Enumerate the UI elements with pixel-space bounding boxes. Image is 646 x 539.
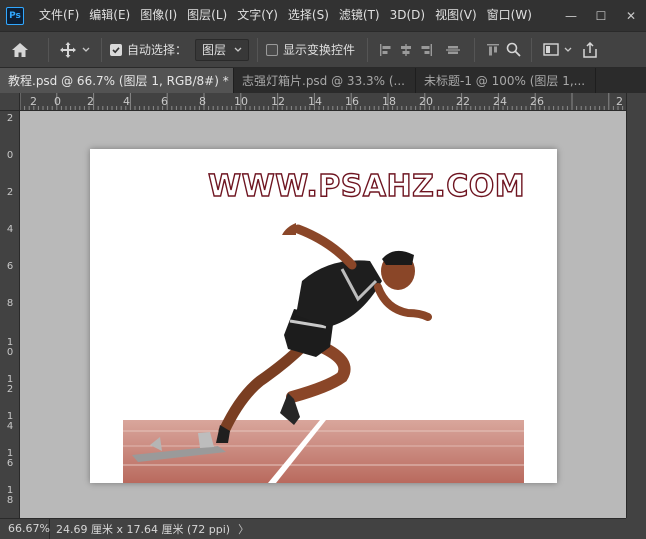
status-bar: 66.67% 24.69 厘米 x 17.64 厘米 (72 ppi) 〉 (0, 518, 626, 539)
tab-untitled[interactable]: 未标题-1 @ 100% (图层 1,... ✕ (416, 68, 596, 93)
separator (257, 37, 259, 62)
tab-tutorial[interactable]: 教程.psd @ 66.7% (图层 1, RGB/8#) * ✕ (0, 68, 234, 93)
separator (367, 37, 369, 62)
close-button[interactable]: ✕ (616, 0, 646, 31)
ruler-label: 16 (345, 95, 359, 108)
auto-select-target-dropdown[interactable]: 图层 (195, 38, 250, 61)
chevron-down-icon[interactable] (562, 32, 574, 68)
ruler-label: 20 (419, 95, 433, 108)
separator (474, 37, 476, 62)
tab-label: 未标题-1 @ 100% (图层 1,... (424, 74, 586, 88)
vertical-ruler[interactable]: 2 0 2 4 6 8 10 12 14 16 18 (0, 111, 20, 518)
move-icon[interactable] (57, 32, 79, 68)
ruler-label: 16 (6, 448, 14, 469)
ruler-label: 24 (493, 95, 507, 108)
ruler-label: 4 (6, 224, 14, 235)
menu-select[interactable]: 选择(S) (283, 0, 334, 31)
tab-label: 志强灯箱片.psd @ 33.3% (... (242, 74, 405, 88)
ruler-label: 2 (87, 95, 94, 108)
menu-edit[interactable]: 编辑(E) (84, 0, 135, 31)
ruler-label: 10 (6, 337, 14, 358)
canvas-area[interactable]: WWW.PSAHZ.COM (20, 111, 626, 518)
align-center-icon[interactable] (396, 32, 416, 68)
zoom-level-field[interactable]: 66.67% (0, 518, 50, 539)
menu-file[interactable]: 文件(F) (34, 0, 84, 31)
vertical-scrollbar[interactable] (626, 93, 646, 518)
ruler-label: 4 (123, 95, 130, 108)
ruler-label: 2 (30, 95, 37, 108)
ruler-label: 12 (6, 374, 14, 395)
share-icon[interactable] (578, 32, 602, 68)
separator (531, 37, 533, 62)
maximize-button[interactable]: ☐ (586, 0, 616, 31)
align-right-icon[interactable] (416, 32, 436, 68)
menu-type[interactable]: 文字(Y) (232, 0, 283, 31)
ruler-label: 18 (6, 485, 14, 506)
horizontal-ruler[interactable]: 2 0 2 4 6 8 10 12 14 16 18 20 22 24 26 2 (20, 93, 626, 111)
ruler-label: 22 (456, 95, 470, 108)
auto-select-label: 自动选择： (127, 43, 188, 57)
document-tabs: 教程.psd @ 66.7% (图层 1, RGB/8#) * ✕ 志强灯箱片.… (0, 68, 646, 93)
document-canvas[interactable]: WWW.PSAHZ.COM (90, 149, 557, 483)
chevron-down-icon[interactable] (79, 32, 93, 68)
menu-3d[interactable]: 3D(D) (385, 0, 430, 31)
menu-image[interactable]: 图像(I) (135, 0, 182, 31)
ruler-label: 26 (530, 95, 544, 108)
ruler-label: 12 (271, 95, 285, 108)
ruler-label: 14 (6, 411, 14, 432)
align-middle-icon[interactable] (440, 32, 466, 68)
photoshop-logo[interactable]: Ps (6, 6, 24, 25)
options-bar: 自动选择： 图层 显示变换控件 (0, 31, 646, 68)
document-size-info: 24.69 厘米 x 17.64 厘米 (72 ppi) (56, 523, 231, 536)
runner-photo (123, 223, 524, 483)
ruler-label: 2 (6, 187, 14, 198)
tab-label: 教程.psd @ 66.7% (图层 1, RGB/8#) * (8, 74, 229, 88)
menu-view[interactable]: 视图(V) (430, 0, 482, 31)
show-transform-checkbox[interactable] (266, 43, 279, 56)
auto-select-checkbox[interactable] (110, 43, 122, 56)
ruler-label: 10 (234, 95, 248, 108)
tab-lightbox[interactable]: 志强灯箱片.psd @ 33.3% (... ✕ (234, 68, 416, 93)
show-transform-label: 显示变换控件 (283, 43, 356, 57)
ruler-label: 8 (6, 298, 14, 309)
close-icon[interactable]: ✕ (595, 74, 596, 87)
minimize-button[interactable]: — (556, 0, 586, 31)
ruler-corner[interactable] (0, 93, 20, 111)
auto-select-target-value: 图层 (202, 43, 227, 57)
ruler-label: 8 (199, 95, 206, 108)
separator (101, 37, 102, 62)
scrollbar-corner (626, 518, 646, 539)
window-controls: — ☐ ✕ (556, 0, 646, 31)
menu-filter[interactable]: 滤镜(T) (334, 0, 385, 31)
home-icon[interactable] (0, 32, 40, 68)
align-left-icon[interactable] (376, 32, 396, 68)
ruler-label: 2 (616, 95, 623, 108)
ruler-label: 0 (54, 95, 61, 108)
ruler-label: 2 (6, 113, 14, 124)
ruler-label: 6 (6, 261, 14, 272)
distribute-icon[interactable] (483, 32, 503, 68)
workspace-icon[interactable] (540, 32, 562, 68)
separator (48, 37, 49, 62)
ruler-label: 14 (308, 95, 322, 108)
status-menu-arrow[interactable]: 〉 (238, 521, 249, 537)
search-icon[interactable] (503, 32, 523, 68)
ruler-label: 6 (161, 95, 168, 108)
menu-window[interactable]: 窗口(W) (482, 0, 537, 31)
ruler-label: 0 (6, 150, 14, 161)
ruler-label: 18 (382, 95, 396, 108)
menu-layer[interactable]: 图层(L) (182, 0, 232, 31)
chevron-down-icon (234, 47, 242, 52)
menu-bar: Ps 文件(F) 编辑(E) 图像(I) 图层(L) 文字(Y) 选择(S) 滤… (0, 0, 646, 31)
